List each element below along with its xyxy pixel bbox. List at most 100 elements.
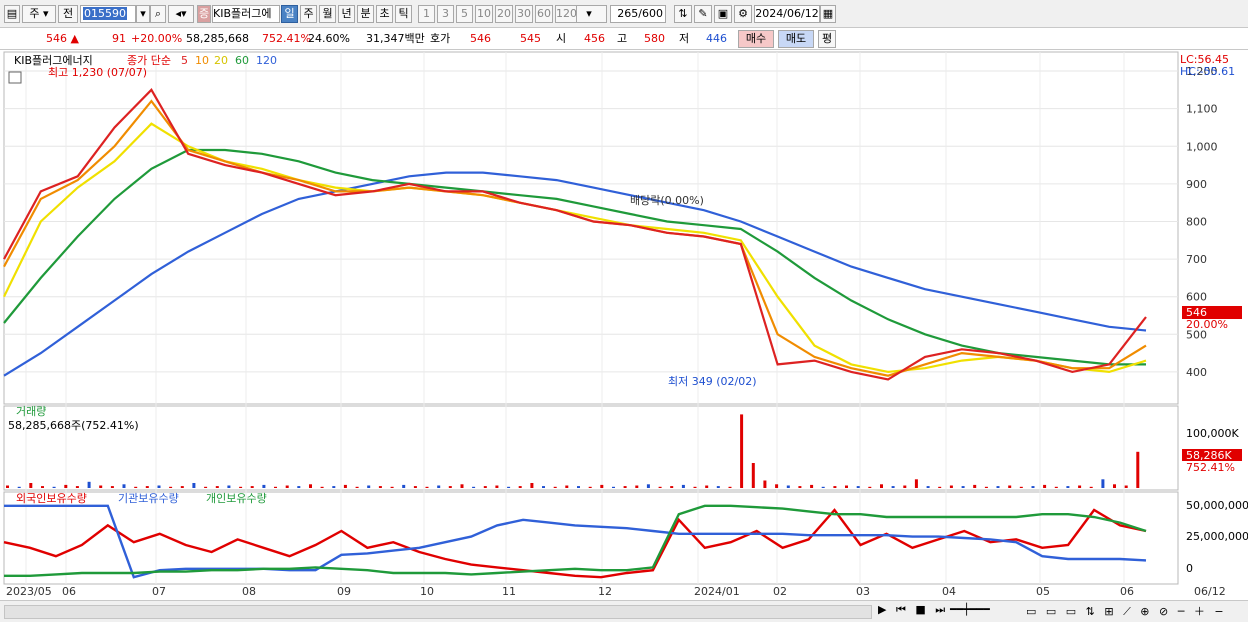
table-icon[interactable] (8, 71, 22, 84)
volume-bar (798, 486, 802, 488)
time-tick-label: 03 (856, 585, 870, 598)
turnover-rate: 24.60% (308, 32, 350, 45)
volume-bar (973, 484, 977, 488)
volume-bar (169, 486, 173, 488)
toolbar: ▤ 주 ▾ 전 015590 ▾ ⌕ ◂▾ 증 KIB플러그에 ▾ 265/60… (0, 0, 1248, 28)
open-price: 456 (584, 32, 605, 45)
sound-icon[interactable]: ◂▾ (168, 5, 194, 23)
volume-bar (355, 486, 359, 488)
last-pct-label: 20.00% (1186, 318, 1228, 331)
volume-bar (670, 486, 674, 488)
count-field[interactable]: 265/600 (610, 5, 666, 23)
code-dropdown[interactable]: ▾ (136, 5, 150, 23)
high-label: 고 (617, 32, 628, 45)
interval-1[interactable]: 1 (418, 5, 435, 23)
volume-bar (390, 486, 394, 488)
volume-bar (204, 486, 208, 488)
hc-value: HC:-55.61 (1180, 65, 1235, 78)
high-price: 580 (644, 32, 665, 45)
volume-bar (938, 486, 942, 488)
period-2[interactable]: 월 (319, 5, 336, 23)
volume-bar (495, 485, 499, 488)
volume-bar (1019, 486, 1023, 488)
volume-bar (542, 486, 545, 488)
low-label: 저 (679, 32, 690, 45)
draw-icon[interactable]: ✎ (694, 5, 712, 23)
buy-button[interactable]: 매수 (738, 30, 774, 48)
volume-bar (180, 486, 184, 488)
scroll-track[interactable] (4, 605, 872, 619)
hold-tick-1: 25,000,000 (1186, 530, 1248, 543)
hold-tick-0: 50,000,000 (1186, 499, 1248, 512)
stock-code-input[interactable]: 015590 (80, 5, 136, 23)
legend-individual: 개인보유수량 (206, 492, 267, 505)
save-icon[interactable]: ▣ (714, 5, 732, 23)
volume-bar (425, 486, 429, 488)
period-1[interactable]: 주 (300, 5, 317, 23)
interval-120[interactable]: 120 (555, 5, 577, 23)
price-tick-label: 1,000 (1186, 140, 1218, 153)
volume-bar (145, 486, 149, 488)
period-5[interactable]: 초 (376, 5, 393, 23)
prev-button[interactable]: 전 (58, 5, 78, 23)
chart-scrollbar[interactable]: ▶ ⏮ ■ ⏭ ━━┿━━━ ▭ ▭ ▭ ⇅ ⊞ ⟋ ⊕ ⊘ ─ ＋ − (0, 600, 1248, 622)
volume-bar (507, 486, 511, 488)
legend-ma120: 120 (256, 54, 277, 67)
volume-bar (134, 486, 138, 488)
calendar-icon[interactable]: ▦ (820, 5, 836, 23)
sell-button[interactable]: 매도 (778, 30, 814, 48)
volume-bar (635, 485, 639, 488)
gear-icon[interactable]: ⚙ (734, 5, 752, 23)
volume-bar (914, 479, 918, 488)
volume-bar (612, 486, 615, 488)
stock-name: KIB플러그에 (212, 5, 280, 23)
price-value: 546 (46, 32, 67, 45)
playback-icons[interactable]: ▶ ⏮ ■ ⏭ (878, 603, 948, 617)
volume-ratio: 752.41% (262, 32, 311, 45)
time-tick-label: 11 (502, 585, 516, 598)
interval-10[interactable]: 10 (475, 5, 493, 23)
stock-code: 015590 (83, 7, 127, 20)
view-icons[interactable]: ▭ ▭ ▭ ⇅ ⊞ ⟋ ⊕ ⊘ ─ ＋ − (1026, 603, 1227, 619)
date-field[interactable]: 2024/06/12 (754, 5, 820, 23)
volume-bar (157, 485, 161, 488)
interval-30[interactable]: 30 (515, 5, 533, 23)
volume-bar (285, 485, 289, 488)
last-volume-pct: 752.41% (1186, 461, 1235, 474)
period-3[interactable]: 년 (338, 5, 355, 23)
period-4[interactable]: 분 (357, 5, 374, 23)
time-tick-label: 02 (773, 585, 787, 598)
volume-bar (821, 486, 825, 488)
ask-price: 546 (470, 32, 491, 45)
time-tick-label: 10 (420, 585, 434, 598)
indicator-icon[interactable]: ⇅ (674, 5, 692, 23)
price-pane (3, 51, 1179, 405)
zoom-slider[interactable]: ━━┿━━━ (950, 603, 990, 616)
eval-button[interactable]: 평 (818, 30, 836, 48)
layout-icon[interactable]: ▤ (4, 5, 20, 23)
stock-badge: 증 (197, 5, 211, 23)
interval-5[interactable]: 5 (456, 5, 473, 23)
volume-bar (1113, 484, 1116, 488)
volume-bar (880, 484, 883, 488)
chart-type-select[interactable]: 주 ▾ (22, 5, 56, 23)
interval-20[interactable]: 20 (495, 5, 513, 23)
volume-bar (751, 463, 755, 488)
period-0[interactable]: 일 (281, 5, 298, 23)
period-6[interactable]: 틱 (395, 5, 412, 23)
volume-bar (1089, 486, 1093, 488)
volume-bar (728, 486, 732, 488)
volume-bar (64, 484, 68, 488)
interval-3[interactable]: 3 (437, 5, 454, 23)
price-tick-label: 900 (1186, 178, 1207, 191)
volume-bar (6, 485, 9, 488)
volume-value: 58,285,668 (186, 32, 249, 45)
chart-type-label: 주 (29, 7, 40, 20)
price-change: 91 (112, 32, 126, 45)
volume-bar (996, 486, 1000, 488)
bid-price: 545 (520, 32, 541, 45)
interval-60[interactable]: 60 (535, 5, 553, 23)
search-icon[interactable]: ⌕ (150, 5, 166, 23)
time-tick-label: 08 (242, 585, 256, 598)
current-price: 546 ▲ (46, 31, 79, 47)
